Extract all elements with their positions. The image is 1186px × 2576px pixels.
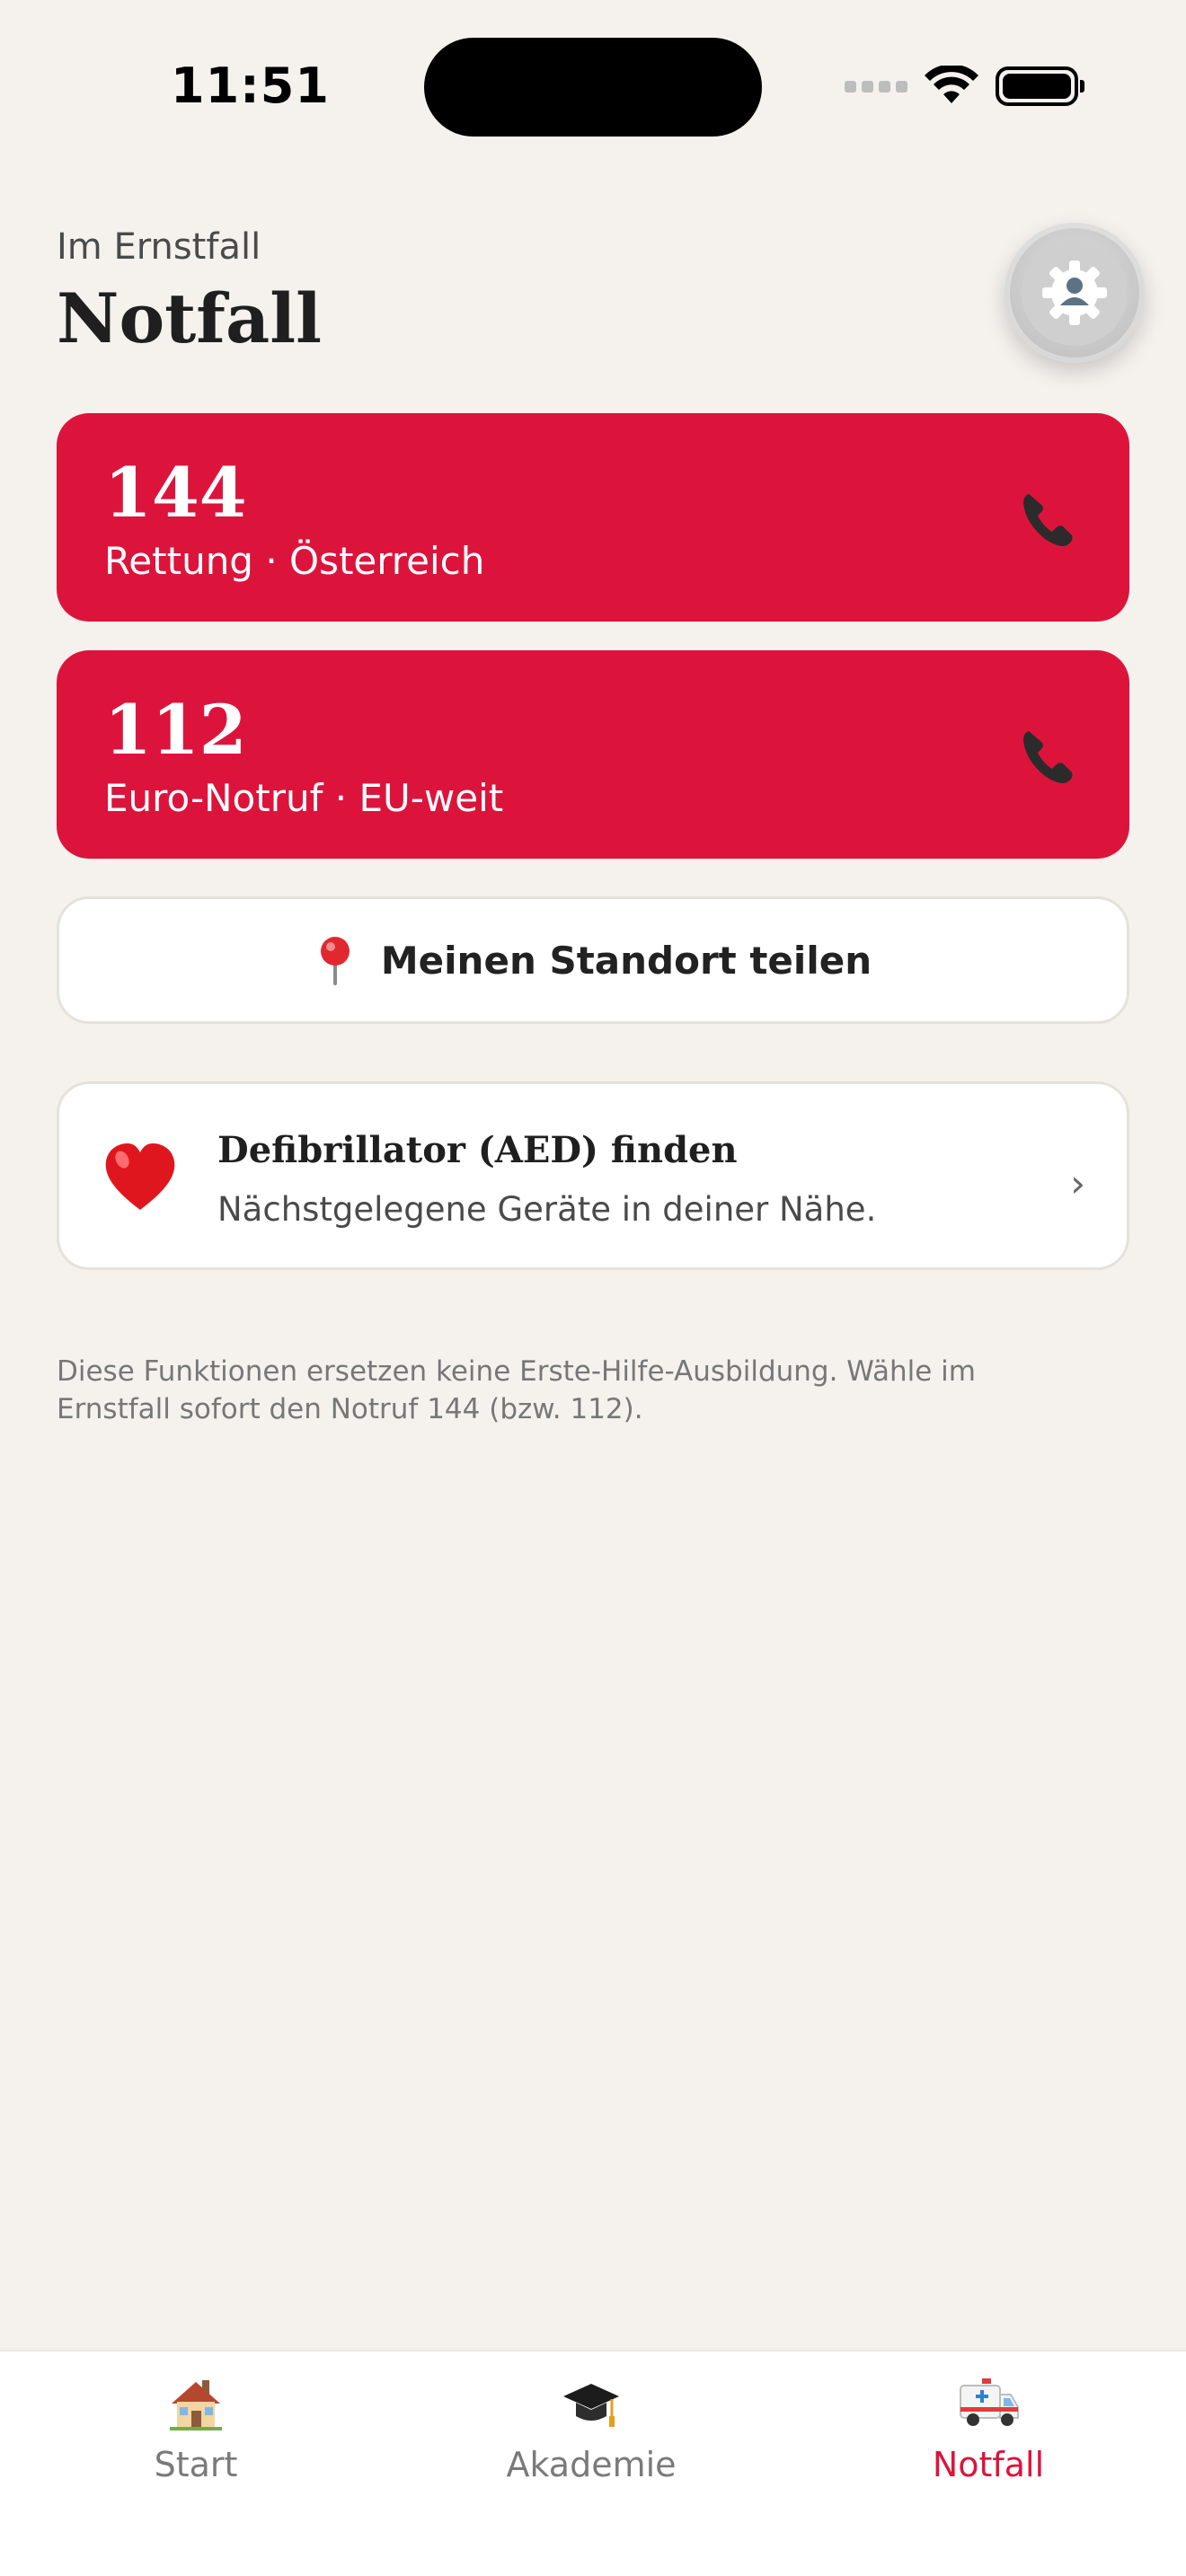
aed-description: Nächstgelegene Geräte in deiner Nähe.: [217, 1190, 877, 1229]
status-time: 11:51: [171, 57, 330, 114]
status-icons: [845, 65, 1084, 108]
share-location-label: Meinen Standort teilen: [380, 938, 872, 983]
tab-notfall-label: Notfall: [932, 2445, 1045, 2484]
emergency-label: Rettung · Österreich: [104, 539, 485, 583]
pin-icon: [320, 937, 350, 985]
disclaimer-text: Diese Funktionen ersetzen keine Erste-Hi…: [57, 1355, 976, 1425]
gear-icon: [1022, 240, 1128, 346]
aed-finder-card[interactable]: Defibrillator (AED) finden Nächstgelegen…: [57, 1081, 1129, 1270]
emergency-number: 144: [104, 453, 247, 533]
tab-start-label: Start: [154, 2445, 238, 2484]
tab-notfall[interactable]: Notfall: [854, 2373, 1123, 2484]
tab-akademie-label: Akademie: [506, 2445, 677, 2484]
ambulance-icon: [957, 2373, 1020, 2436]
dynamic-island: [424, 38, 762, 137]
notfall-screen: 11:51 Im Ernstfall Notfall 144 Rettung ·…: [0, 0, 1186, 2576]
phone-icon: [1023, 731, 1073, 783]
tab-akademie[interactable]: Akademie: [456, 2373, 726, 2484]
tab-bar: Start Akademie Notfall: [0, 2350, 1186, 2576]
wifi-icon: [925, 66, 978, 103]
phone-icon: [1023, 494, 1073, 546]
house-icon: [164, 2373, 227, 2436]
battery-icon: [996, 66, 1084, 106]
tab-start[interactable]: Start: [61, 2373, 331, 2484]
chevron-right-icon: ›: [1070, 1161, 1085, 1205]
heart-icon: [105, 1143, 175, 1210]
page-title: Notfall: [57, 278, 322, 358]
call-112-button[interactable]: 112 Euro-Notruf · EU-weit: [57, 650, 1129, 859]
share-location-button[interactable]: Meinen Standort teilen: [57, 896, 1129, 1024]
page-kicker: Im Ernstfall: [57, 226, 261, 268]
settings-button[interactable]: [1005, 223, 1145, 363]
graduation-cap-icon: [560, 2373, 623, 2436]
aed-title: Defibrillator (AED) finden: [217, 1129, 738, 1171]
call-144-button[interactable]: 144 Rettung · Österreich: [57, 413, 1129, 622]
cellular-signal-icon: [845, 80, 907, 93]
emergency-number: 112: [104, 690, 247, 770]
emergency-label: Euro-Notruf · EU-weit: [104, 776, 504, 820]
